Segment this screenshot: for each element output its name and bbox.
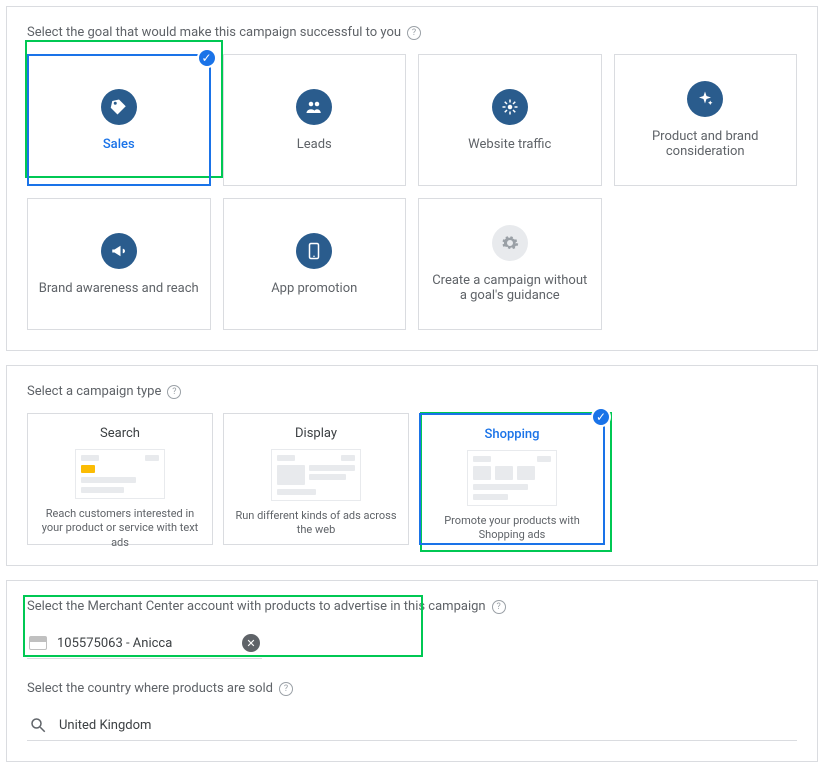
gear-icon [492,225,528,261]
goal-label: Website traffic [458,137,561,152]
type-desc: Reach customers interested in your produ… [38,507,202,550]
types-grid: Search Reach customers interested in you… [27,413,797,545]
merchant-label-text: Select the Merchant Center account with … [27,599,486,614]
merchant-select[interactable]: 105575063 - Anicca ✕ [27,628,262,659]
type-desc: Run different kinds of ads across the we… [234,509,398,538]
goal-label: Create a campaign without a goal's guida… [419,273,601,303]
tag-icon [101,89,137,125]
country-label-text: Select the country where products are so… [27,681,273,696]
goal-card-no-goal[interactable]: Create a campaign without a goal's guida… [418,198,602,330]
goal-card-consideration[interactable]: Product and brand consideration [614,54,798,186]
merchant-section-label: Select the Merchant Center account with … [27,599,797,614]
campaign-type-section-label: Select a campaign type ? [27,384,797,399]
country-value: United Kingdom [59,718,151,733]
goals-panel: Select the goal that would make this cam… [6,6,818,351]
check-icon: ✓ [591,407,611,427]
goal-label: Brand awareness and reach [29,281,209,296]
country-select[interactable]: United Kingdom [27,710,797,741]
sparkle-icon [687,81,723,117]
people-icon [296,89,332,125]
goal-label: Leads [287,137,342,152]
help-icon[interactable]: ? [279,682,293,696]
merchant-country-panel: Select the Merchant Center account with … [6,580,818,762]
goal-card-sales[interactable]: ✓ Sales [27,54,211,186]
country-section-label: Select the country where products are so… [27,681,797,696]
goal-card-awareness[interactable]: Brand awareness and reach [27,198,211,330]
type-card-display[interactable]: Display Run different kinds of ads acros… [223,413,409,545]
goal-label: Product and brand consideration [615,129,797,159]
type-card-shopping[interactable]: ✓ Shopping Promote your products with Sh… [419,413,605,545]
type-preview-shopping [467,450,557,506]
type-title: Display [295,426,337,441]
goal-card-app-promotion[interactable]: App promotion [223,198,407,330]
help-icon[interactable]: ? [407,26,421,40]
goals-section-label: Select the goal that would make this cam… [27,25,797,40]
campaign-type-label-text: Select a campaign type [27,384,161,399]
search-icon [29,716,47,734]
help-icon[interactable]: ? [492,600,506,614]
goal-card-leads[interactable]: Leads [223,54,407,186]
help-icon[interactable]: ? [167,385,181,399]
check-icon: ✓ [197,48,217,68]
phone-icon [296,233,332,269]
campaign-type-panel: Select a campaign type ? Search Reach cu… [6,365,818,566]
type-card-search[interactable]: Search Reach customers interested in you… [27,413,213,545]
type-preview-display [271,449,361,501]
goal-card-website-traffic[interactable]: Website traffic [418,54,602,186]
goal-label: Sales [93,137,145,152]
goals-grid: ✓ Sales Leads Website traffic Product an… [27,54,797,330]
type-title: Search [100,426,140,441]
type-title: Shopping [484,427,539,442]
merchant-value: 105575063 - Anicca [57,636,232,651]
type-preview-search [75,449,165,499]
click-icon [492,89,528,125]
megaphone-icon [101,233,137,269]
clear-button[interactable]: ✕ [242,634,260,652]
store-icon [29,636,47,650]
type-desc: Promote your products with Shopping ads [431,514,593,543]
goal-label: App promotion [261,281,367,296]
goals-label-text: Select the goal that would make this cam… [27,25,401,40]
